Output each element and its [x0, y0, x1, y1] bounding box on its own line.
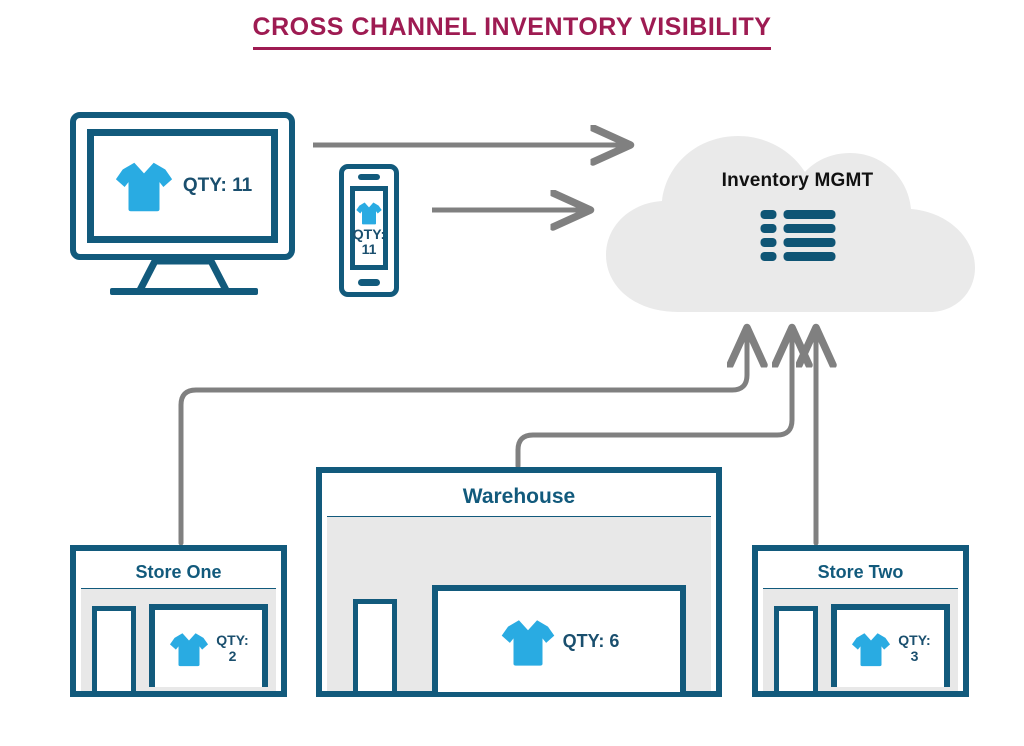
list-bar — [783, 210, 835, 219]
phone-screen: QTY: 11 — [350, 186, 388, 270]
list-row — [760, 238, 835, 247]
monitor-stand-base — [110, 288, 258, 295]
page-title: CROSS CHANNEL INVENTORY VISIBILITY — [252, 13, 772, 50]
title-block: CROSS CHANNEL INVENTORY VISIBILITY — [0, 13, 1024, 50]
list-bar — [783, 252, 835, 261]
desktop-monitor: QTY: 11 — [70, 112, 295, 260]
mobile-phone: QTY: 11 — [339, 164, 399, 297]
warehouse-window: QTY: 6 — [432, 585, 686, 692]
list-bullet — [760, 224, 776, 233]
connector-warehouse-to-cloud — [515, 330, 792, 469]
tshirt-icon — [356, 202, 382, 225]
tshirt-icon — [852, 632, 891, 666]
cloud-inventory-mgmt: Inventory MGMT — [600, 124, 995, 314]
store-one-door — [92, 606, 136, 691]
warehouse-qty-label: QTY: 6 — [562, 630, 620, 651]
store-two: Store Two QTY: 3 — [752, 545, 969, 697]
store-two-qty-label: QTY: 3 — [898, 632, 931, 664]
list-bullet — [760, 238, 776, 247]
warehouse-door — [353, 599, 397, 691]
warehouse: Warehouse QTY: 6 — [316, 467, 722, 697]
tshirt-icon — [501, 619, 554, 666]
list-bar — [783, 224, 835, 233]
phone-speaker — [358, 174, 380, 180]
store-one: Store One QTY: 2 — [70, 545, 287, 697]
store-two-door — [774, 606, 818, 691]
list-row — [760, 252, 835, 261]
list-row — [760, 210, 835, 219]
list-icon — [760, 210, 835, 261]
monitor-screen: QTY: 11 — [87, 129, 278, 243]
list-bar — [783, 238, 835, 247]
phone-home-button — [358, 279, 380, 286]
cloud-label: Inventory MGMT — [721, 170, 874, 191]
monitor-qty-label: QTY: 11 — [182, 174, 253, 196]
store-one-window: QTY: 2 — [149, 604, 268, 687]
list-bullet — [760, 252, 776, 261]
tshirt-icon — [115, 162, 172, 212]
store-two-window: QTY: 3 — [831, 604, 950, 687]
list-row — [760, 224, 835, 233]
store-one-qty-label: QTY: 2 — [216, 632, 249, 664]
phone-qty-label: QTY: 11 — [352, 225, 386, 257]
tshirt-icon — [170, 632, 209, 666]
list-bullet — [760, 210, 776, 219]
warehouse-sign: Warehouse — [327, 478, 711, 522]
